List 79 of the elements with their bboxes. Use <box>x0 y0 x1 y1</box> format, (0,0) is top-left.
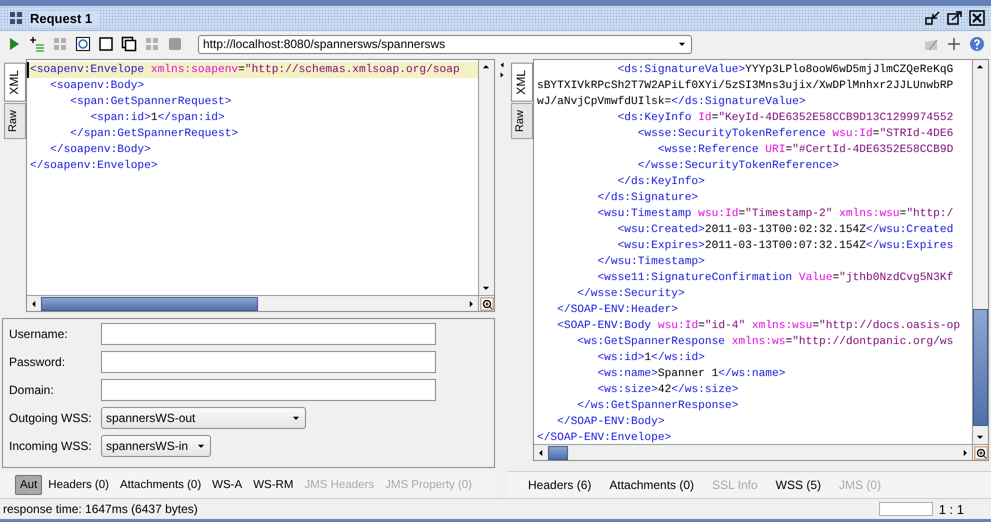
right-arrow-icon[interactable] <box>498 71 506 79</box>
panel-tab[interactable]: WS-A <box>207 475 248 496</box>
panel-tab[interactable]: WSS (5) <box>770 474 826 496</box>
code-line: <span:GetSpannerRequest> <box>69 95 232 110</box>
code-line: <ds:KeyInfo Id="KeyId-4DE6352E58CCB9D13C1299974552 <box>616 110 954 126</box>
status-text: response time: 1647ms (6437 bytes) <box>3 502 198 516</box>
code-line: </ds:Signature> <box>596 190 700 206</box>
horizontal-scrollbar[interactable] <box>27 295 478 312</box>
window-title: Request 1 <box>30 10 98 26</box>
code-line: <soapenv:Body> <box>49 78 146 94</box>
dropdown[interactable]: spannersWS-out <box>101 407 306 430</box>
maximize-icon[interactable] <box>947 10 963 26</box>
dropdown[interactable]: spannersWS-in <box>101 435 212 458</box>
scroll-thumb[interactable] <box>548 446 568 460</box>
code-line: <wsse:Reference URI="#CertId-4DE6352E58CCB9D <box>656 142 954 158</box>
code-line: </SOAP-ENV:Envelope> <box>537 430 672 444</box>
editor-tab[interactable]: XML <box>511 63 533 102</box>
code-line: <ws:name>Spanner 1</ws:name> <box>596 366 786 382</box>
restore-icon[interactable] <box>925 10 941 26</box>
editor-tab[interactable]: Raw <box>511 102 533 139</box>
field-label: Outgoing WSS: <box>9 411 93 426</box>
vertical-scrollbar[interactable] <box>972 60 988 444</box>
editor-tab[interactable]: Raw <box>4 102 26 139</box>
close-icon[interactable] <box>969 10 985 26</box>
code-line: </span:GetSpannerRequest> <box>69 126 240 142</box>
left-arrow-icon[interactable] <box>498 61 506 69</box>
code-line: <span:id>1</span:id> <box>89 110 226 126</box>
panel-tab[interactable]: Attachments (0) <box>604 474 700 496</box>
scroll-thumb[interactable] <box>973 308 988 426</box>
copy-icon[interactable] <box>121 36 137 52</box>
code-line: sBYTXIVkRPcSh2T7W2APiLf0XYi/5zSI3Mns3ujix/XwDPlMnhxr2JJLUnwbRP <box>537 78 954 94</box>
field-label: Incoming WSS: <box>9 439 93 454</box>
xml-editor[interactable] <box>533 59 989 461</box>
square-icon[interactable] <box>98 36 114 52</box>
field-label: Domain: <box>9 383 55 398</box>
editor-tab[interactable]: XML <box>4 63 26 102</box>
code-line: <ds:SignatureValue>YYYp3LPlo8ooW6wD5mjJlmCZQeReKqG <box>616 62 954 78</box>
progress-box <box>878 502 933 516</box>
add-icon[interactable] <box>946 36 962 52</box>
code-line: </ds:KeyInfo> <box>616 174 706 190</box>
code-line: </wsse:SecurityTokenReference> <box>636 158 840 174</box>
zoom-icon[interactable] <box>974 446 988 460</box>
code-line: <wsse11:SignatureConfirmation Value="jthb0NzdCvg5N3Kf <box>596 270 954 286</box>
code-line: </wsu:Timestamp> <box>596 254 706 270</box>
code-line: </SOAP-ENV:Body> <box>556 414 666 430</box>
panel-tab[interactable]: WS-RM <box>248 475 298 496</box>
scroll-thumb[interactable] <box>41 296 258 311</box>
field-label: Username: <box>9 327 69 342</box>
code-line: wJ/aNvjCpVmwfdUIlsk=</ds:SignatureValue> <box>537 94 807 110</box>
code-line: <ws:size>42</ws:size> <box>596 382 740 398</box>
horizontal-scrollbar[interactable] <box>534 444 972 460</box>
code-line: <wsu:Timestamp wsu:Id="Timestamp-2" xmlns:wsu="http:/ <box>596 206 954 222</box>
help-icon[interactable] <box>969 36 985 52</box>
code-line: <SOAP-ENV:Body wsu:Id="id-4" xmlns:wsu="http://docs.oasis-op <box>556 318 962 334</box>
panel-tab[interactable]: Aut <box>15 475 42 496</box>
code-line: </soapenv:Body> <box>49 142 152 158</box>
panel-tab[interactable]: Headers (6) <box>523 474 596 496</box>
code-line: <ws:GetSpannerResponse xmlns:ws="http://dontpanic.org/ws <box>576 334 954 350</box>
code-line: <wsu:Created>2011-03-13T00:02:32.154Z</wsu:Created <box>616 222 954 238</box>
code-line: </soapenv:Envelope> <box>30 158 159 174</box>
input-field[interactable] <box>101 351 436 374</box>
xml-editor[interactable]: <soapenv:Envelope xmlns:soapenv="http://schemas.xmlsoap.org/soap <soapenv:Body> <span:GetSpannerRequest> <span:id>1</span:id> </span:GetSpannerRequest> </soapenv:Body> </soapenv:Envelope> <box>26 59 495 312</box>
zoom-icon[interactable] <box>480 296 494 311</box>
code-line: </wsse:Security> <box>576 286 686 302</box>
endpoint-dropdown[interactable]: http://localhost:8080/spannersws/spannersws <box>198 34 692 54</box>
refresh-icon[interactable] <box>75 36 91 52</box>
cursor-position: 1 : 1 <box>938 502 964 516</box>
panel-tab[interactable]: Headers (0) <box>43 475 114 496</box>
code-line: </SOAP-ENV:Header> <box>556 302 680 318</box>
input-field[interactable] <box>101 323 436 346</box>
field-label: Password: <box>9 355 66 370</box>
add-step-icon[interactable] <box>29 36 45 52</box>
code-line: <ws:id>1</ws:id> <box>596 350 706 366</box>
panel-tab[interactable]: Attachments (0) <box>114 475 206 496</box>
code-line: <wsu:Expires>2011-03-13T00:07:32.154Z</wsu:Expires <box>616 238 954 254</box>
code-line: <wsse:SecurityTokenReference wsu:Id="STRId-4DE6 <box>636 126 954 142</box>
code-line: </ws:GetSpannerResponse> <box>576 398 740 414</box>
input-field[interactable] <box>101 379 436 402</box>
vertical-scrollbar[interactable] <box>478 60 494 296</box>
